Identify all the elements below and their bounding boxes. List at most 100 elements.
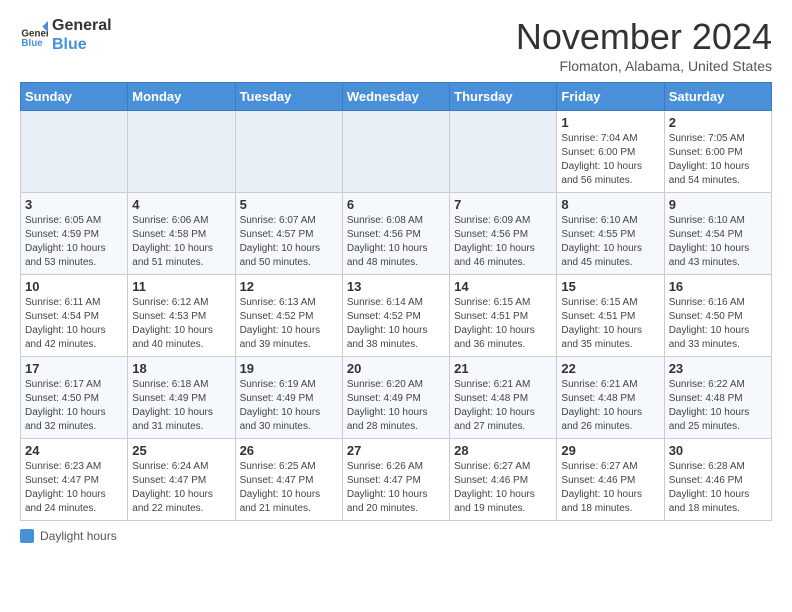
calendar-col-friday: Friday — [557, 83, 664, 111]
calendar-cell: 23 Sunrise: 6:22 AM Sunset: 4:48 PM Dayli… — [664, 357, 771, 439]
calendar-cell: 12 Sunrise: 6:13 AM Sunset: 4:52 PM Dayli… — [235, 275, 342, 357]
day-info: Sunrise: 6:17 AM Sunset: 4:50 PM Dayligh… — [25, 378, 123, 434]
calendar-cell: 25 Sunrise: 6:24 AM Sunset: 4:47 PM Dayli… — [128, 439, 235, 521]
day-number: 1 — [561, 115, 659, 130]
day-number: 25 — [132, 443, 230, 458]
location: Flomaton, Alabama, United States — [516, 58, 772, 74]
calendar-cell: 4 Sunrise: 6:06 AM Sunset: 4:58 PM Daylig… — [128, 193, 235, 275]
day-info: Sunrise: 6:06 AM Sunset: 4:58 PM Dayligh… — [132, 214, 230, 270]
svg-text:Blue: Blue — [21, 38, 43, 49]
calendar-week-3: 17 Sunrise: 6:17 AM Sunset: 4:50 PM Dayli… — [21, 357, 772, 439]
day-number: 2 — [669, 115, 767, 130]
day-info: Sunrise: 6:07 AM Sunset: 4:57 PM Dayligh… — [240, 214, 338, 270]
day-info: Sunrise: 6:14 AM Sunset: 4:52 PM Dayligh… — [347, 296, 445, 352]
day-number: 14 — [454, 279, 552, 294]
calendar-col-thursday: Thursday — [450, 83, 557, 111]
day-number: 18 — [132, 361, 230, 376]
day-number: 3 — [25, 197, 123, 212]
calendar-cell: 3 Sunrise: 6:05 AM Sunset: 4:59 PM Daylig… — [21, 193, 128, 275]
day-number: 29 — [561, 443, 659, 458]
calendar-cell — [128, 111, 235, 193]
day-info: Sunrise: 6:15 AM Sunset: 4:51 PM Dayligh… — [454, 296, 552, 352]
calendar-cell: 2Sunrise: 7:05 AM Sunset: 6:00 PM Daylig… — [664, 111, 771, 193]
calendar-cell: 15 Sunrise: 6:15 AM Sunset: 4:51 PM Dayli… — [557, 275, 664, 357]
calendar-cell: 9Sunrise: 6:10 AM Sunset: 4:54 PM Daylig… — [664, 193, 771, 275]
day-info: Sunrise: 6:25 AM Sunset: 4:47 PM Dayligh… — [240, 460, 338, 516]
day-info: Sunrise: 6:10 AM Sunset: 4:55 PM Dayligh… — [561, 214, 659, 270]
day-info: Sunrise: 6:26 AM Sunset: 4:47 PM Dayligh… — [347, 460, 445, 516]
calendar-cell: 8Sunrise: 6:10 AM Sunset: 4:55 PM Daylig… — [557, 193, 664, 275]
day-number: 6 — [347, 197, 445, 212]
legend: Daylight hours — [20, 529, 772, 543]
day-info: Sunrise: 6:21 AM Sunset: 4:48 PM Dayligh… — [454, 378, 552, 434]
day-number: 21 — [454, 361, 552, 376]
calendar-cell: 10Sunrise: 6:11 AM Sunset: 4:54 PM Dayli… — [21, 275, 128, 357]
day-number: 23 — [669, 361, 767, 376]
calendar-cell — [342, 111, 449, 193]
day-number: 15 — [561, 279, 659, 294]
page: General Blue General Blue November 2024 … — [0, 0, 792, 559]
calendar-cell: 13 Sunrise: 6:14 AM Sunset: 4:52 PM Dayli… — [342, 275, 449, 357]
calendar-col-wednesday: Wednesday — [342, 83, 449, 111]
logo-general: General — [52, 16, 112, 35]
day-number: 20 — [347, 361, 445, 376]
calendar-cell: 28 Sunrise: 6:27 AM Sunset: 4:46 PM Dayli… — [450, 439, 557, 521]
day-number: 4 — [132, 197, 230, 212]
day-info: Sunrise: 6:20 AM Sunset: 4:49 PM Dayligh… — [347, 378, 445, 434]
day-info: Sunrise: 6:23 AM Sunset: 4:47 PM Dayligh… — [25, 460, 123, 516]
calendar-cell: 14 Sunrise: 6:15 AM Sunset: 4:51 PM Dayli… — [450, 275, 557, 357]
calendar-cell: 7Sunrise: 6:09 AM Sunset: 4:56 PM Daylig… — [450, 193, 557, 275]
calendar-cell: 21 Sunrise: 6:21 AM Sunset: 4:48 PM Dayli… — [450, 357, 557, 439]
calendar-cell: 30 Sunrise: 6:28 AM Sunset: 4:46 PM Dayli… — [664, 439, 771, 521]
day-info: Sunrise: 6:24 AM Sunset: 4:47 PM Dayligh… — [132, 460, 230, 516]
day-info: Sunrise: 6:10 AM Sunset: 4:54 PM Dayligh… — [669, 214, 767, 270]
day-number: 16 — [669, 279, 767, 294]
header: General Blue General Blue November 2024 … — [20, 16, 772, 74]
calendar-cell — [21, 111, 128, 193]
calendar-cell: 5 Sunrise: 6:07 AM Sunset: 4:57 PM Daylig… — [235, 193, 342, 275]
day-number: 12 — [240, 279, 338, 294]
calendar-cell: 1Sunrise: 7:04 AM Sunset: 6:00 PM Daylig… — [557, 111, 664, 193]
day-number: 11 — [132, 279, 230, 294]
logo-blue: Blue — [52, 35, 112, 54]
calendar-cell: 26 Sunrise: 6:25 AM Sunset: 4:47 PM Dayli… — [235, 439, 342, 521]
day-info: Sunrise: 6:15 AM Sunset: 4:51 PM Dayligh… — [561, 296, 659, 352]
calendar-week-1: 3 Sunrise: 6:05 AM Sunset: 4:59 PM Daylig… — [21, 193, 772, 275]
day-number: 26 — [240, 443, 338, 458]
calendar-col-saturday: Saturday — [664, 83, 771, 111]
day-number: 10 — [25, 279, 123, 294]
calendar-week-2: 10Sunrise: 6:11 AM Sunset: 4:54 PM Dayli… — [21, 275, 772, 357]
day-info: Sunrise: 6:22 AM Sunset: 4:48 PM Dayligh… — [669, 378, 767, 434]
calendar-cell: 29 Sunrise: 6:27 AM Sunset: 4:46 PM Dayli… — [557, 439, 664, 521]
calendar-cell: 6 Sunrise: 6:08 AM Sunset: 4:56 PM Daylig… — [342, 193, 449, 275]
day-number: 5 — [240, 197, 338, 212]
day-info: Sunrise: 6:12 AM Sunset: 4:53 PM Dayligh… — [132, 296, 230, 352]
calendar: SundayMondayTuesdayWednesdayThursdayFrid… — [20, 82, 772, 521]
day-info: Sunrise: 6:08 AM Sunset: 4:56 PM Dayligh… — [347, 214, 445, 270]
day-number: 13 — [347, 279, 445, 294]
day-info: Sunrise: 6:13 AM Sunset: 4:52 PM Dayligh… — [240, 296, 338, 352]
logo: General Blue General Blue — [20, 16, 112, 54]
calendar-cell: 18 Sunrise: 6:18 AM Sunset: 4:49 PM Dayli… — [128, 357, 235, 439]
day-number: 28 — [454, 443, 552, 458]
day-number: 22 — [561, 361, 659, 376]
calendar-cell — [450, 111, 557, 193]
day-number: 30 — [669, 443, 767, 458]
day-info: Sunrise: 6:28 AM Sunset: 4:46 PM Dayligh… — [669, 460, 767, 516]
day-info: Sunrise: 6:19 AM Sunset: 4:49 PM Dayligh… — [240, 378, 338, 434]
day-number: 17 — [25, 361, 123, 376]
calendar-col-sunday: Sunday — [21, 83, 128, 111]
calendar-cell: 19Sunrise: 6:19 AM Sunset: 4:49 PM Dayli… — [235, 357, 342, 439]
day-info: Sunrise: 6:16 AM Sunset: 4:50 PM Dayligh… — [669, 296, 767, 352]
calendar-col-monday: Monday — [128, 83, 235, 111]
calendar-cell — [235, 111, 342, 193]
day-info: Sunrise: 6:18 AM Sunset: 4:49 PM Dayligh… — [132, 378, 230, 434]
calendar-cell: 24 Sunrise: 6:23 AM Sunset: 4:47 PM Dayli… — [21, 439, 128, 521]
calendar-cell: 27Sunrise: 6:26 AM Sunset: 4:47 PM Dayli… — [342, 439, 449, 521]
day-info: Sunrise: 6:27 AM Sunset: 4:46 PM Dayligh… — [561, 460, 659, 516]
title-section: November 2024 Flomaton, Alabama, United … — [516, 16, 772, 74]
day-info: Sunrise: 6:05 AM Sunset: 4:59 PM Dayligh… — [25, 214, 123, 270]
day-info: Sunrise: 6:27 AM Sunset: 4:46 PM Dayligh… — [454, 460, 552, 516]
calendar-cell: 11 Sunrise: 6:12 AM Sunset: 4:53 PM Dayli… — [128, 275, 235, 357]
day-number: 24 — [25, 443, 123, 458]
